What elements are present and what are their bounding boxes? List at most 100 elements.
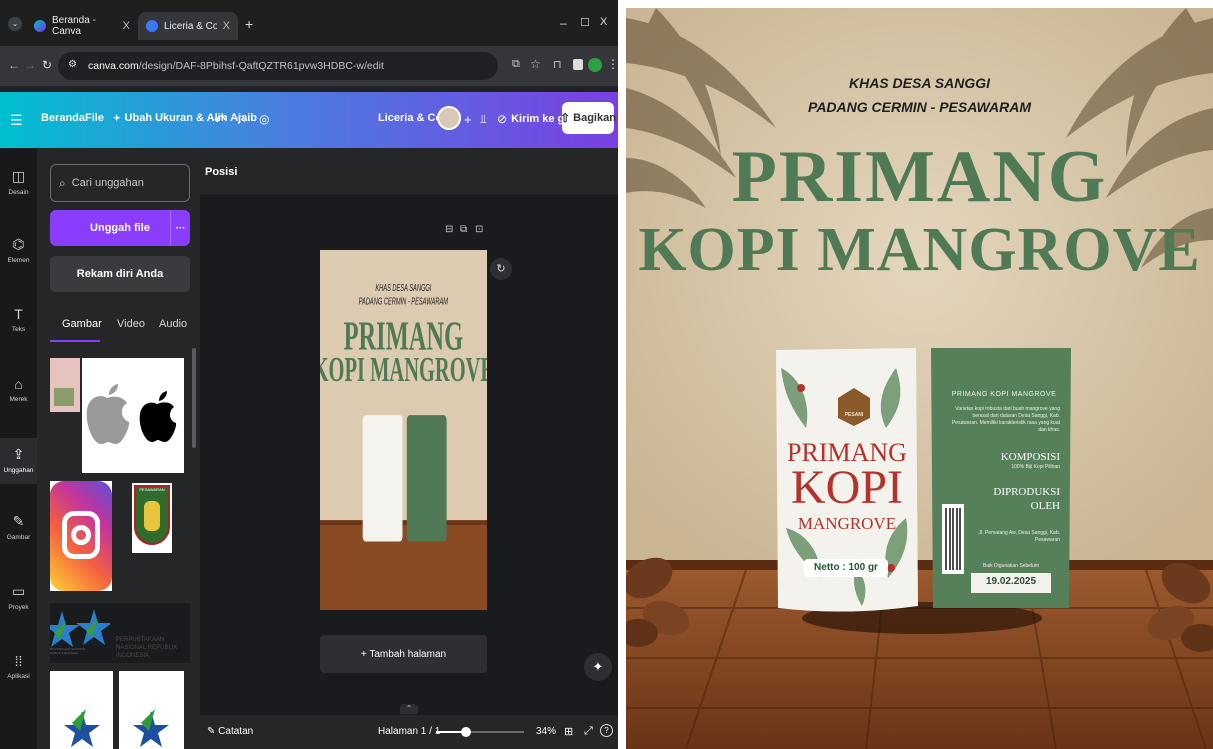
thumb-star-logo-2[interactable]: [119, 671, 184, 749]
more-menu-icon[interactable]: ⋮: [607, 57, 618, 71]
tab-close-icon[interactable]: X: [123, 20, 130, 32]
panel-scrollbar[interactable]: [192, 348, 196, 448]
search-uploads-field[interactable]: ⌕ Cari unggahan: [50, 164, 190, 202]
tab-search-icon[interactable]: ⌄: [8, 17, 22, 31]
apple-logo-icon: [86, 384, 130, 444]
magic-assistant-icon[interactable]: ✦: [584, 653, 612, 681]
tab-images[interactable]: Gambar: [62, 318, 102, 330]
share-label: Bagikan: [573, 112, 616, 124]
add-collaborator-button[interactable]: +: [464, 112, 472, 127]
zoom-slider[interactable]: [436, 727, 524, 737]
rail-item-design[interactable]: ◫ Desain: [0, 168, 37, 196]
refresh-icon[interactable]: ↻: [490, 258, 512, 280]
tab-audio[interactable]: Audio: [159, 318, 187, 330]
tab-konten-instagram[interactable]: Liceria & Co. - Konten Instagra X: [138, 12, 238, 40]
duplicate-icon[interactable]: ⧉: [460, 224, 467, 235]
sidebar-icon[interactable]: [573, 59, 583, 70]
rail-item-uploads[interactable]: ⇪ Unggahan: [0, 438, 37, 484]
forward-icon[interactable]: →: [24, 58, 36, 72]
help-icon[interactable]: ?: [600, 724, 613, 737]
profile-avatar[interactable]: [588, 58, 602, 72]
url-host: canva.com: [88, 60, 139, 72]
reload-icon[interactable]: ↻: [42, 58, 52, 72]
team-name[interactable]: Liceria & Co.: [378, 112, 445, 124]
new-tab-button[interactable]: +: [245, 16, 253, 32]
menu-icon[interactable]: ☰: [10, 112, 23, 129]
shield-icon: PESAWARAN: [134, 485, 170, 545]
rail-item-brand[interactable]: ⌂ Merek: [0, 376, 37, 403]
back-diproduksi: DIPRODUKSI: [993, 486, 1060, 498]
site-info-icon[interactable]: ⚙: [68, 59, 77, 70]
url-path: /design/DAF-8Pbihsf-QaftQZTR61pvw3HDBC-w…: [138, 60, 384, 72]
maximize-button[interactable]: ☐: [580, 16, 590, 29]
url-field[interactable]: ⚙ canva.com/design/DAF-8Pbihsf-QaftQZTR6…: [58, 52, 498, 80]
nav-home[interactable]: Beranda: [41, 112, 85, 124]
star-logo-icon: [133, 709, 169, 747]
rail-label: Unggahan: [3, 467, 34, 474]
design-page-thumbnail[interactable]: KHAS DESA SANGGI PADANG CERMIN - PESAWAR…: [320, 250, 487, 610]
record-yourself-button[interactable]: Rekam diri Anda: [50, 256, 190, 292]
thumb-star-logo-1[interactable]: [50, 671, 113, 749]
draw-icon: ✎: [12, 513, 25, 529]
rail-item-projects[interactable]: ▭ Proyek: [0, 583, 37, 611]
rail-item-elements[interactable]: ⌬ Elemen: [0, 236, 37, 264]
search-placeholder: Cari unggahan: [71, 177, 144, 189]
rail-item-draw[interactable]: ✎ Gambar: [0, 513, 37, 541]
chart-icon[interactable]: ⫫: [480, 112, 487, 127]
rail-item-text[interactable]: T Teks: [0, 306, 37, 333]
rail-label: Elemen: [7, 257, 30, 264]
zoom-slider-handle[interactable]: [460, 727, 471, 737]
perpus-small-label: PERPUSTAKAAN NASIONAL REPUBLIK INDONESIA: [50, 647, 87, 655]
zoom-level[interactable]: 34%: [536, 726, 556, 737]
thumb-instagram-logo[interactable]: [50, 481, 112, 591]
add-page-label: + Tambah halaman: [360, 648, 447, 660]
tab-video[interactable]: Video: [117, 318, 145, 330]
poster-preview: KHAS DESA SANGGI PADANG CERMIN - PESAWAR…: [626, 8, 1213, 749]
poster-subtitle-2: PADANG CERMIN - PESAWARAM: [808, 99, 1031, 115]
extensions-icon[interactable]: ⊓: [553, 58, 562, 71]
position-button[interactable]: Posisi: [205, 166, 237, 178]
nav-file[interactable]: File: [85, 112, 104, 124]
rail-label: Desain: [8, 189, 29, 196]
user-avatar[interactable]: [437, 106, 461, 130]
tab-close-icon[interactable]: X: [223, 20, 230, 32]
minimize-button[interactable]: –: [560, 16, 567, 30]
thumb-pink-design[interactable]: [50, 358, 80, 412]
lock-icon[interactable]: ⊟: [445, 224, 453, 235]
redo-icon[interactable]: ↷: [236, 112, 248, 129]
share-button[interactable]: ⇧ Bagikan: [560, 102, 616, 134]
upload-file-button[interactable]: Unggah file ···: [50, 210, 190, 246]
thumb-apple-logo-grey[interactable]: [82, 358, 132, 473]
context-toolbar: Posisi: [200, 148, 618, 194]
rail-label: Aplikasi: [7, 673, 30, 680]
add-page-button[interactable]: + Tambah halaman: [320, 635, 487, 673]
thumb-pesawaran-emblem[interactable]: PESAWARAN: [132, 483, 172, 553]
elements-icon: ⌬: [12, 236, 25, 252]
pouch-name-mangrove: MANGROVE: [797, 514, 897, 533]
rail-label: Proyek: [8, 604, 29, 611]
add-page-icon[interactable]: ⊡: [475, 224, 483, 235]
cloud-saved-icon[interactable]: ◎: [259, 112, 269, 126]
fullscreen-icon[interactable]: ⤢: [584, 725, 593, 738]
page-counter[interactable]: Halaman 1 / 1: [378, 726, 440, 737]
rail-label: Merek: [9, 396, 28, 403]
instagram-icon: [50, 481, 112, 591]
translate-icon[interactable]: ⧉: [512, 58, 520, 71]
perpus-label: PERPUSTAKAAN NASIONAL REPUBLIK INDONESIA: [116, 637, 178, 659]
grid-view-icon[interactable]: ⊞: [564, 725, 573, 738]
thumb-perpusnas-logo[interactable]: PERPUSTAKAAN NASIONAL REPUBLIK INDONESIA…: [50, 603, 190, 663]
expand-pages-icon[interactable]: ⌃: [400, 704, 418, 714]
close-window-button[interactable]: X: [600, 16, 607, 28]
mini-line1: KHAS DESA SANGGI: [375, 282, 432, 293]
notes-button[interactable]: ✎ Catatan: [207, 726, 253, 737]
thumb-apple-logo-black[interactable]: [131, 358, 184, 473]
poster-title-kopi-mangrove: KOPI MANGROVE: [638, 216, 1201, 284]
rail-item-apps[interactable]: ⁞⁞ Aplikasi: [0, 653, 37, 680]
upload-label: Unggah file: [90, 222, 150, 234]
upload-more-button[interactable]: ···: [170, 210, 190, 246]
tab-beranda[interactable]: Beranda - Canva X: [26, 12, 138, 40]
undo-icon[interactable]: ↶: [214, 112, 226, 129]
bookmark-star-icon[interactable]: ☆: [530, 57, 541, 71]
apple-logo-icon: [139, 391, 177, 442]
back-icon[interactable]: ←: [8, 58, 20, 72]
